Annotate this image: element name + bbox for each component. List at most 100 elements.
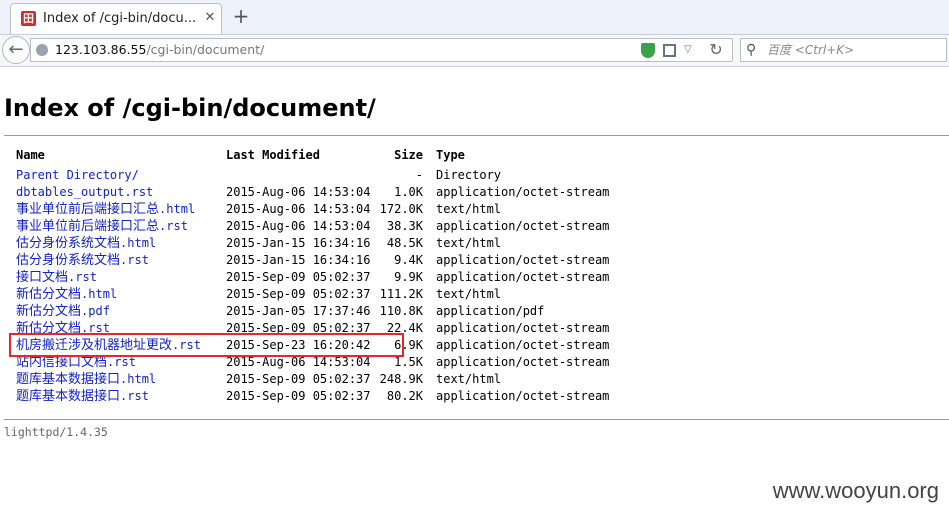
file-link[interactable]: 估分身份系统文档.rst bbox=[16, 253, 149, 268]
browser-tab[interactable]: 田 Index of /cgi-bin/docu... ✕ bbox=[10, 3, 222, 34]
highlight-box bbox=[9, 333, 404, 357]
file-name-cell: 题库基本数据接口.rst bbox=[16, 388, 149, 405]
modified-cell: 2015-Aug-06 14:53:04 bbox=[226, 185, 371, 199]
modified-cell: 2015-Jan-15 16:34:16 bbox=[226, 253, 371, 267]
modified-cell: 2015-Jan-05 17:37:46 bbox=[226, 304, 371, 318]
site-favicon-icon: 田 bbox=[21, 11, 36, 26]
table-row: dbtables_output.rst 2015-Aug-06 14:53:04 1… bbox=[16, 184, 626, 201]
type-cell: application/octet-stream bbox=[436, 338, 610, 352]
table-row: 新估分文档.pdf 2015-Jan-05 17:37:46 110.8K appli… bbox=[16, 303, 626, 320]
header-size: Size bbox=[394, 148, 423, 162]
file-link[interactable]: 事业单位前后端接口汇总.rst bbox=[16, 219, 188, 234]
file-name-cell: 事业单位前后端接口汇总.html bbox=[16, 201, 195, 218]
type-cell: text/html bbox=[436, 287, 502, 301]
parent-directory-row: Parent Directory/ - Directory bbox=[16, 167, 626, 184]
navigation-bar: 123.103.86.55/cgi-bin/document/ ▽ ↻ ← ⚲ … bbox=[0, 35, 949, 67]
file-name-cell: 题库基本数据接口.html bbox=[16, 371, 156, 388]
top-divider bbox=[4, 135, 949, 136]
modified-cell: 2015-Sep-09 05:02:37 bbox=[226, 372, 371, 386]
bottom-divider bbox=[4, 419, 949, 420]
server-footer: lighttpd/1.4.35 bbox=[4, 425, 108, 439]
table-row: 估分身份系统文档.html 2015-Jan-15 16:34:16 48.5K te… bbox=[16, 235, 626, 252]
table-row: 新估分文档.html 2015-Sep-09 05:02:37 111.2K text… bbox=[16, 286, 626, 303]
file-name-cell: Parent Directory/ bbox=[16, 167, 139, 184]
modified-cell: 2015-Sep-09 05:02:37 bbox=[226, 389, 371, 403]
size-cell: 172.0K bbox=[379, 202, 423, 216]
type-cell: text/html bbox=[436, 202, 502, 216]
back-button[interactable]: ← bbox=[2, 36, 30, 64]
new-tab-icon[interactable]: + bbox=[232, 6, 250, 26]
modified-cell: 2015-Aug-06 14:53:04 bbox=[226, 202, 371, 216]
modified-cell: 2015-Jan-15 16:34:16 bbox=[226, 236, 371, 250]
type-cell: text/html bbox=[436, 372, 502, 386]
table-header: Name Last Modified Size Type bbox=[16, 147, 626, 164]
tab-strip: 田 Index of /cgi-bin/docu... ✕ + bbox=[0, 0, 949, 35]
file-name-cell: 事业单位前后端接口汇总.rst bbox=[16, 218, 188, 235]
size-cell: 9.4K bbox=[394, 253, 423, 267]
search-box[interactable]: ⚲ 百度 <Ctrl+K> bbox=[740, 38, 947, 62]
header-name: Name bbox=[16, 148, 45, 162]
type-cell: application/octet-stream bbox=[436, 355, 610, 369]
type-cell: Directory bbox=[436, 168, 502, 182]
type-cell: text/html bbox=[436, 236, 502, 250]
table-row: 事业单位前后端接口汇总.rst 2015-Aug-06 14:53:04 38.3K… bbox=[16, 218, 626, 235]
file-link[interactable]: 站内信接口文档.rst bbox=[16, 355, 136, 370]
qr-code-icon[interactable] bbox=[663, 44, 676, 57]
parent-directory-link[interactable]: Parent Directory/ bbox=[16, 168, 139, 182]
table-row: 题库基本数据接口.rst 2015-Sep-09 05:02:37 80.2K app… bbox=[16, 388, 626, 405]
type-cell: application/octet-stream bbox=[436, 185, 610, 199]
file-link[interactable]: 题库基本数据接口.rst bbox=[16, 389, 149, 404]
size-cell: 9.9K bbox=[394, 270, 423, 284]
size-cell: 38.3K bbox=[386, 219, 423, 233]
size-cell: 248.9K bbox=[379, 372, 423, 386]
table-row: 估分身份系统文档.rst 2015-Jan-15 16:34:16 9.4K appl… bbox=[16, 252, 626, 269]
type-cell: application/octet-stream bbox=[436, 389, 610, 403]
file-name-cell: dbtables_output.rst bbox=[16, 184, 153, 201]
file-link[interactable]: 题库基本数据接口.html bbox=[16, 372, 156, 387]
file-link[interactable]: 事业单位前后端接口汇总.html bbox=[16, 202, 195, 217]
type-cell: application/pdf bbox=[436, 304, 545, 318]
modified-cell: 2015-Sep-09 05:02:37 bbox=[226, 287, 371, 301]
url-text[interactable]: 123.103.86.55/cgi-bin/document/ bbox=[55, 42, 264, 58]
url-host: 123.103.86.55 bbox=[55, 42, 147, 57]
file-link[interactable]: 新估分文档.html bbox=[16, 287, 117, 302]
search-icon[interactable]: ⚲ bbox=[746, 42, 762, 58]
reload-icon[interactable]: ↻ bbox=[707, 40, 725, 60]
file-link[interactable]: 接口文档.rst bbox=[16, 270, 97, 285]
size-cell: 80.2K bbox=[386, 389, 423, 403]
table-row: 事业单位前后端接口汇总.html 2015-Aug-06 14:53:04 172.… bbox=[16, 201, 626, 218]
type-cell: application/octet-stream bbox=[436, 219, 610, 233]
file-name-cell: 新估分文档.html bbox=[16, 286, 117, 303]
header-type: Type bbox=[436, 148, 465, 162]
size-cell: 110.8K bbox=[379, 304, 423, 318]
type-cell: application/octet-stream bbox=[436, 270, 610, 284]
file-link[interactable]: dbtables_output.rst bbox=[16, 185, 153, 199]
address-bar[interactable]: 123.103.86.55/cgi-bin/document/ ▽ ↻ bbox=[30, 38, 733, 62]
type-cell: application/octet-stream bbox=[436, 321, 610, 335]
file-name-cell: 估分身份系统文档.rst bbox=[16, 252, 149, 269]
globe-icon bbox=[36, 44, 48, 56]
size-cell: 111.2K bbox=[379, 287, 423, 301]
size-cell: 1.0K bbox=[394, 185, 423, 199]
shield-icon[interactable] bbox=[641, 43, 655, 58]
page-title: Index of /cgi-bin/document/ bbox=[4, 94, 376, 122]
file-name-cell: 估分身份系统文档.html bbox=[16, 235, 156, 252]
table-row: 接口文档.rst 2015-Sep-09 05:02:37 9.9K applicat… bbox=[16, 269, 626, 286]
file-link[interactable]: 估分身份系统文档.html bbox=[16, 236, 156, 251]
url-path: /cgi-bin/document/ bbox=[146, 42, 265, 57]
file-link[interactable]: 新估分文档.pdf bbox=[16, 304, 110, 319]
modified-cell: 2015-Sep-09 05:02:37 bbox=[226, 270, 371, 284]
file-name-cell: 新估分文档.pdf bbox=[16, 303, 110, 320]
size-cell: 48.5K bbox=[386, 236, 423, 250]
tab-close-icon[interactable]: ✕ bbox=[203, 11, 217, 25]
header-modified: Last Modified bbox=[226, 148, 320, 162]
modified-cell: 2015-Aug-06 14:53:04 bbox=[226, 219, 371, 233]
file-name-cell: 接口文档.rst bbox=[16, 269, 97, 286]
type-cell: application/octet-stream bbox=[436, 253, 610, 267]
tab-title: Index of /cgi-bin/docu... bbox=[43, 11, 195, 26]
table-row: 题库基本数据接口.html 2015-Sep-09 05:02:37 248.9K t… bbox=[16, 371, 626, 388]
dropdown-icon[interactable]: ▽ bbox=[684, 43, 694, 57]
size-cell: - bbox=[415, 168, 423, 182]
search-placeholder: 百度 <Ctrl+K> bbox=[767, 43, 855, 57]
watermark: www.wooyun.org bbox=[772, 478, 939, 503]
